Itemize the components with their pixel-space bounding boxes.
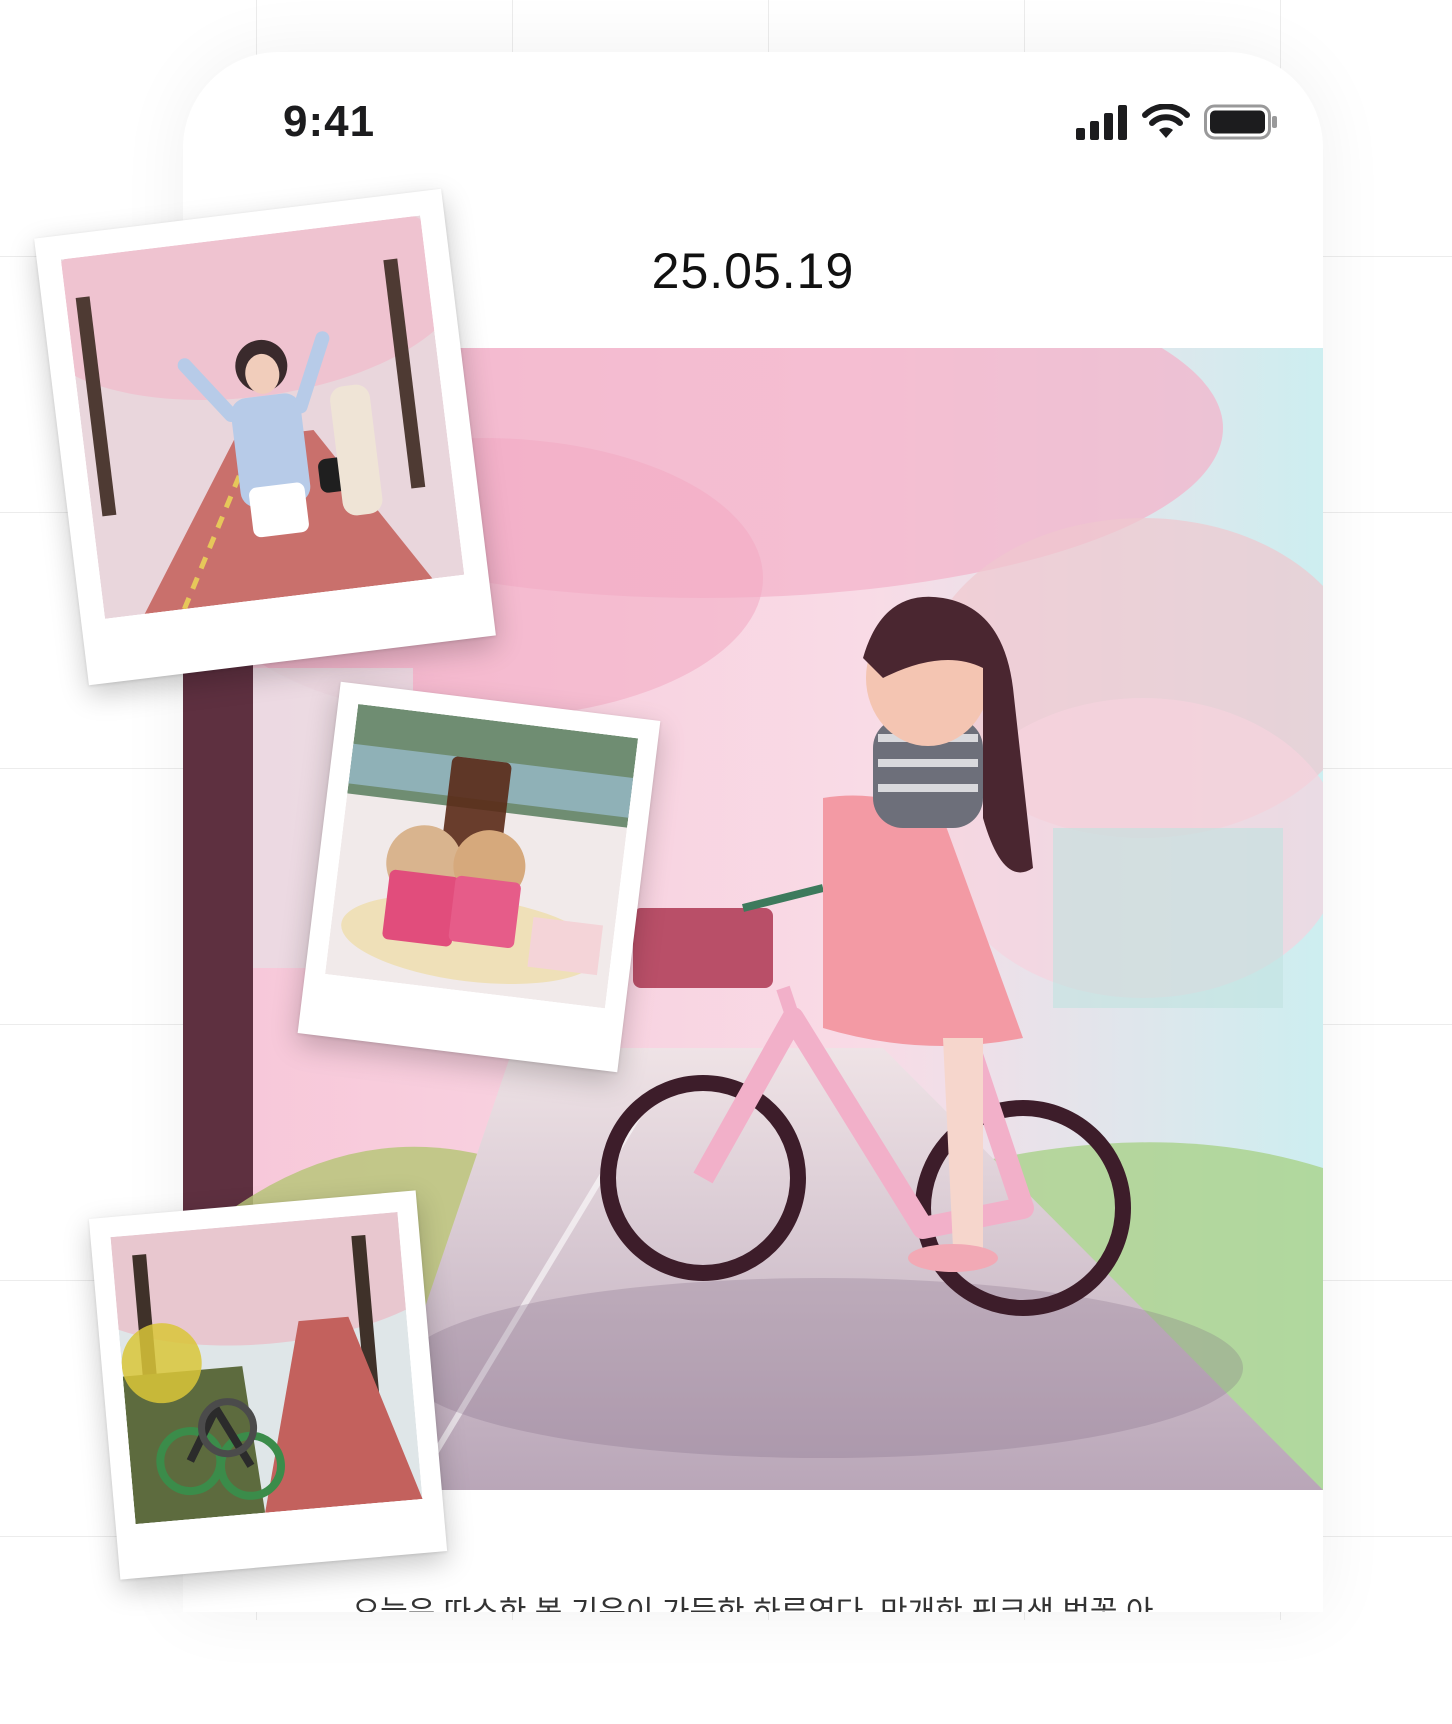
cellular-signal-icon bbox=[1076, 105, 1127, 140]
polaroid-photo-3[interactable] bbox=[88, 1190, 448, 1580]
diary-body-text: 오늘은 따스한 봄 기운이 가득한 하루였다. 만개한 핑크색 벚꽃 아 bbox=[183, 1587, 1323, 1612]
polaroid-photo-2[interactable] bbox=[297, 681, 661, 1073]
polaroid-photo-1[interactable] bbox=[34, 188, 496, 686]
battery-icon bbox=[1204, 104, 1277, 140]
wifi-icon bbox=[1142, 104, 1190, 138]
bicycles-path-photo bbox=[110, 1212, 423, 1525]
coffee-donuts-photo bbox=[325, 703, 639, 1009]
status-icons bbox=[1076, 104, 1278, 140]
cherry-blossom-walk-photo bbox=[60, 215, 465, 619]
status-time: 9:41 bbox=[283, 97, 376, 146]
